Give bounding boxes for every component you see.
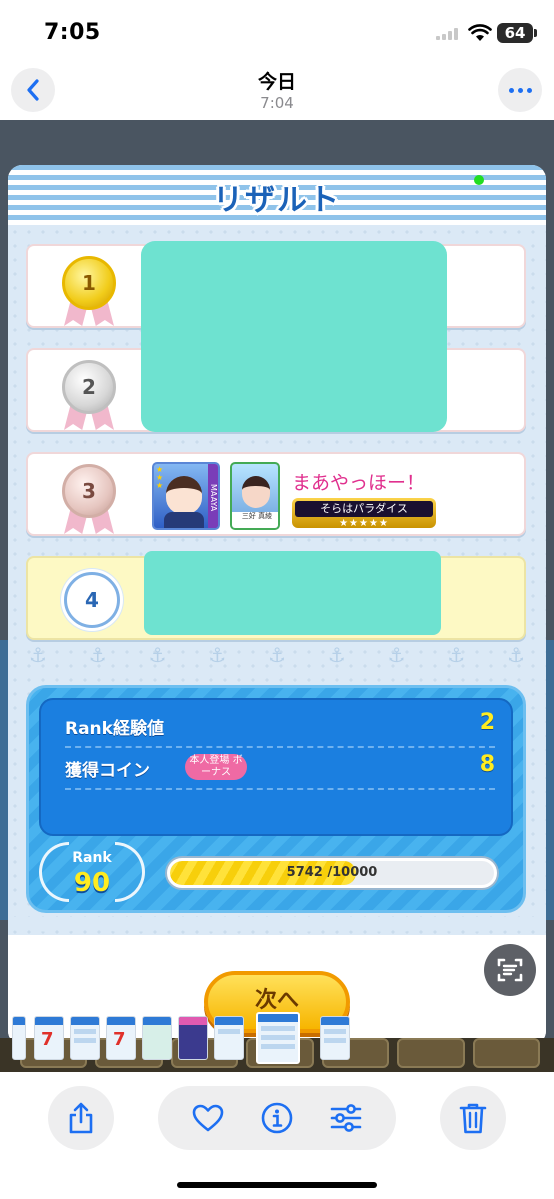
more-button[interactable] bbox=[498, 68, 542, 112]
photo-header: 今日 7:04 bbox=[0, 62, 554, 120]
rank-value: 90 bbox=[73, 868, 111, 898]
wifi-icon bbox=[468, 24, 492, 41]
redaction-mask bbox=[144, 551, 441, 635]
card-member-name: 三好 真綾 bbox=[232, 512, 278, 528]
member-card-image: 三好 真綾 bbox=[230, 462, 280, 530]
status-bar: 7:05 64 bbox=[0, 0, 554, 62]
rank-progress-text: 5742 /10000 bbox=[286, 865, 378, 880]
anchor-pattern: ⚓⚓⚓⚓⚓⚓⚓⚓⚓ bbox=[28, 643, 525, 667]
status-time: 7:05 bbox=[44, 20, 101, 45]
title-badge-stars: ★★★★★ bbox=[339, 518, 389, 529]
live-text-icon bbox=[497, 958, 523, 982]
header-subtitle: 7:04 bbox=[260, 94, 294, 112]
title-badge-label: そらはパラダイス bbox=[295, 501, 433, 517]
reward-summary: Rank経験値 2 獲得コイン 本人登場 ボーナス 8 Rank 90 5742… bbox=[26, 685, 526, 913]
title-badge: そらはパラダイス ★★★★★ bbox=[292, 498, 436, 529]
share-button[interactable] bbox=[48, 1086, 114, 1150]
bottom-toolbar bbox=[0, 1072, 554, 1199]
result-panel: リザルト ⚓⚓⚓⚓⚓⚓⚓⚓⚓ ⚓⚓⚓⚓⚓⚓⚓⚓⚓ 1 2 3 bbox=[8, 165, 546, 1045]
place-4-icon: 4 bbox=[64, 572, 120, 628]
character-card-image: MAAYA ★ ★ ★ bbox=[152, 462, 220, 530]
thumbnail-strip[interactable]: 7 7 bbox=[12, 1012, 412, 1064]
heart-icon[interactable] bbox=[191, 1103, 225, 1133]
coin-label: 獲得コイン bbox=[65, 761, 150, 781]
thumbnail-current[interactable] bbox=[256, 1012, 300, 1064]
status-dot bbox=[474, 175, 484, 185]
share-icon bbox=[69, 1102, 93, 1134]
action-group bbox=[158, 1086, 396, 1150]
redaction-mask bbox=[141, 241, 447, 432]
result-title: リザルト bbox=[213, 183, 341, 218]
photo-viewer[interactable]: リザルト ⚓⚓⚓⚓⚓⚓⚓⚓⚓ ⚓⚓⚓⚓⚓⚓⚓⚓⚓ 1 2 3 bbox=[0, 120, 554, 1072]
rank-progress-bar: 5742 /10000 bbox=[167, 858, 497, 888]
battery-icon: 64 bbox=[497, 23, 537, 43]
medal-place: 1 bbox=[62, 256, 116, 310]
thumbnail[interactable] bbox=[214, 1016, 244, 1060]
thumbnail[interactable] bbox=[70, 1016, 100, 1060]
thumbnail[interactable]: 7 bbox=[106, 1016, 136, 1060]
adjust-icon[interactable] bbox=[329, 1103, 363, 1133]
rank-label: Rank bbox=[72, 850, 112, 866]
bronze-medal-icon: 3 bbox=[60, 464, 118, 534]
thumbnail[interactable] bbox=[178, 1016, 208, 1060]
live-text-button[interactable] bbox=[484, 944, 536, 996]
rarity-stars-icon: ★ ★ ★ bbox=[156, 465, 164, 490]
thumbnail[interactable] bbox=[142, 1016, 172, 1060]
rank-laurel-icon: Rank 90 bbox=[37, 838, 147, 908]
rank-exp-value: 2 bbox=[479, 710, 495, 735]
cellular-signal-icon bbox=[436, 28, 462, 40]
trash-icon bbox=[459, 1103, 487, 1134]
silver-medal-icon: 2 bbox=[60, 360, 118, 430]
player-name: まあやっほー！ bbox=[292, 472, 426, 494]
home-indicator bbox=[177, 1182, 377, 1188]
delete-button[interactable] bbox=[440, 1086, 506, 1150]
medal-place: 3 bbox=[62, 464, 116, 518]
coin-value: 8 bbox=[479, 752, 495, 777]
bonus-tag: 本人登場 ボーナス bbox=[185, 754, 247, 780]
medal-place: 2 bbox=[62, 360, 116, 414]
thumbnail[interactable]: 7 bbox=[34, 1016, 64, 1060]
thumbnail[interactable] bbox=[12, 1016, 26, 1060]
coin-row: 獲得コイン 本人登場 ボーナス 8 bbox=[65, 750, 495, 790]
header-title: 今日 bbox=[257, 71, 296, 93]
reward-list: Rank経験値 2 獲得コイン 本人登場 ボーナス 8 bbox=[39, 698, 513, 836]
rank-exp-row: Rank経験値 2 bbox=[65, 708, 495, 748]
rank-exp-label: Rank経験値 bbox=[65, 719, 164, 739]
thumbnail[interactable] bbox=[320, 1016, 350, 1060]
info-icon[interactable] bbox=[260, 1101, 294, 1135]
card-side-label: MAAYA bbox=[208, 464, 218, 528]
ellipsis-icon bbox=[508, 87, 532, 93]
result-row-3: 3 MAAYA ★ ★ ★ 三好 真綾 まあやっほー！ そらはパラダイス ★★★★★ bbox=[26, 452, 526, 536]
gold-medal-icon: 1 bbox=[60, 256, 118, 326]
